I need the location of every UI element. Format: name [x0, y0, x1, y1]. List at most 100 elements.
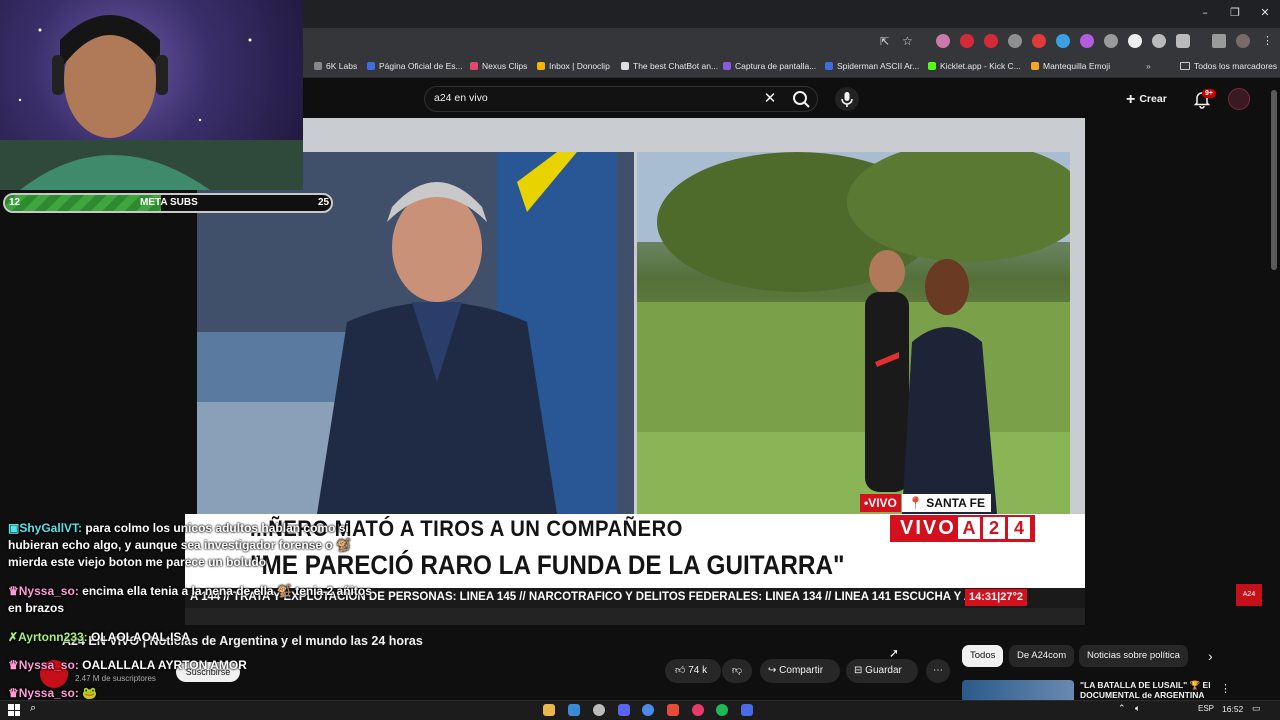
- install-app-icon[interactable]: ⇱: [880, 35, 889, 48]
- extension-icon[interactable]: [1056, 34, 1070, 48]
- channel-watermark: A24: [1236, 584, 1262, 606]
- bookmark-item[interactable]: Spiderman ASCII Ar...: [825, 58, 919, 74]
- subs-goal-start: 12: [9, 197, 21, 208]
- bookmark-item[interactable]: Captura de pantalla...: [723, 58, 816, 74]
- create-button[interactable]: + Crear: [1126, 88, 1167, 110]
- extension-icon[interactable]: [1080, 34, 1094, 48]
- bookmark-item[interactable]: Mantequilla Emoji: [1031, 58, 1110, 74]
- bookmark-item[interactable]: 6K Labs: [314, 58, 357, 74]
- chip-de-a24com[interactable]: De A24com: [1009, 645, 1075, 667]
- mouse-cursor-icon: ➚: [889, 646, 900, 660]
- start-tile: [14, 710, 20, 716]
- taskbar-app-icon[interactable]: [692, 704, 704, 716]
- subs-goal-label: META SUBS: [140, 197, 198, 208]
- taskbar-clock[interactable]: 16:52: [1222, 704, 1243, 714]
- minimize-button[interactable]: –: [1196, 6, 1214, 22]
- profile-icon[interactable]: [1236, 34, 1250, 48]
- language-indicator[interactable]: ESP: [1198, 704, 1214, 713]
- field-video-feed: [637, 152, 1070, 514]
- tray-chevron-icon[interactable]: ⌃: [1118, 703, 1126, 714]
- thumbs-down-icon: 👎︎: [731, 665, 743, 676]
- chrome-icon[interactable]: [642, 704, 654, 716]
- extension-icon[interactable]: [984, 34, 998, 48]
- scrollbar[interactable]: [1271, 90, 1277, 270]
- clear-search-icon[interactable]: ✕: [760, 89, 780, 109]
- recommended-title[interactable]: "LA BATALLA DE LUSAIL" 🏆 El DOCUMENTAL d…: [1080, 680, 1215, 700]
- extension-icon[interactable]: [936, 34, 950, 48]
- restore-button[interactable]: ❐: [1226, 6, 1244, 22]
- bookmark-item[interactable]: Kicklet.app - Kick C...: [928, 58, 1021, 74]
- thumbs-up-icon: 👍︎: [675, 665, 686, 676]
- subscriber-count: 2.47 M de suscriptores: [75, 674, 156, 683]
- bookmark-favicon: [825, 62, 833, 70]
- search-icon[interactable]: ⌕: [30, 702, 36, 715]
- discord-icon[interactable]: [618, 704, 630, 716]
- recommended-menu-icon[interactable]: ⋮: [1220, 682, 1231, 695]
- chat-message: ♛Nyssa_so: encima ella tenia a la nena d…: [8, 584, 372, 615]
- search-query-text[interactable]: a24 en vivo: [434, 92, 488, 104]
- bookmark-star-icon[interactable]: ☆: [902, 34, 913, 48]
- more-actions-icon[interactable]: ⋯: [926, 659, 950, 683]
- plus-icon: +: [1126, 91, 1136, 108]
- ticker-clock: 14:31|27°2: [965, 589, 1027, 606]
- bookmark-favicon: [367, 62, 375, 70]
- bookmark-item[interactable]: The best ChatBot an...: [621, 58, 718, 74]
- chat-username: ♛Nyssa_so:: [8, 658, 79, 672]
- extension-icon[interactable]: [1104, 34, 1118, 48]
- recommended-thumbnail[interactable]: [962, 680, 1074, 700]
- taskbar-app-icon[interactable]: [568, 704, 580, 716]
- chip-politica[interactable]: Noticias sobre política: [1079, 645, 1188, 667]
- windows-start-icon[interactable]: [8, 704, 20, 716]
- logo-letter: A: [958, 517, 980, 539]
- search-icon[interactable]: [790, 88, 814, 110]
- live-tag: •VIVO: [860, 494, 901, 512]
- reading-list-icon[interactable]: [1212, 34, 1226, 48]
- extension-icon[interactable]: [1128, 34, 1142, 48]
- bookmark-icon: ⊟: [854, 665, 863, 676]
- kebab-menu-icon[interactable]: ⋮: [1262, 34, 1273, 47]
- puzzle-icon[interactable]: [1176, 34, 1190, 48]
- bookmark-favicon: [928, 62, 936, 70]
- bookmark-item[interactable]: Inbox | Donoclip: [537, 58, 610, 74]
- file-explorer-icon[interactable]: [543, 704, 555, 716]
- like-button[interactable]: 👍︎ 74 k: [665, 659, 721, 683]
- taskbar-app-icon[interactable]: [667, 704, 679, 716]
- logo-letter: 2: [983, 517, 1005, 539]
- bookmark-favicon: [621, 62, 629, 70]
- chat-username: ♛Nyssa_so:: [8, 584, 79, 598]
- save-button[interactable]: ⊟ Guardar: [846, 659, 918, 683]
- windows-taskbar: [0, 700, 1280, 720]
- avatar[interactable]: [1228, 88, 1250, 110]
- chip-todos[interactable]: Todos: [962, 645, 1004, 667]
- start-tile: [14, 704, 20, 710]
- taskbar-app-icon[interactable]: [741, 704, 753, 716]
- spotify-icon[interactable]: [716, 704, 728, 716]
- chat-username: ♛Nyssa_so:: [8, 686, 79, 700]
- share-icon: ↪: [768, 665, 777, 676]
- extension-icon[interactable]: [1152, 34, 1166, 48]
- extension-icon[interactable]: [960, 34, 974, 48]
- extension-icon[interactable]: [1032, 34, 1046, 48]
- chat-message: ♛Nyssa_so: OALALLALA AYRTON AMOR: [8, 658, 247, 672]
- share-button[interactable]: ↪ Compartir: [760, 659, 840, 683]
- notification-badge: 9+: [1202, 89, 1216, 98]
- close-window-button[interactable]: ✕: [1256, 6, 1274, 22]
- chat-username: ▣ShyGallVT:: [8, 521, 83, 535]
- taskbar-app-icon[interactable]: [593, 704, 605, 716]
- volume-icon[interactable]: 🔈︎: [1135, 703, 1140, 714]
- microphone-icon[interactable]: [835, 87, 859, 111]
- dislike-button[interactable]: 👎︎: [722, 659, 752, 683]
- bookmark-item[interactable]: Nexus Clips: [470, 58, 527, 74]
- a24-logo: A24: [958, 517, 1033, 539]
- chat-message: ✗Ayrtonn233: OLAOLAOAL ISA: [8, 630, 191, 644]
- bookmark-favicon: [723, 62, 731, 70]
- bookmark-favicon: [314, 62, 322, 70]
- notifications-icon[interactable]: ▭: [1252, 703, 1261, 714]
- extension-icon[interactable]: [1008, 34, 1022, 48]
- location-pin-icon: 📍: [908, 496, 923, 510]
- logo-letter: 4: [1008, 517, 1030, 539]
- chevron-right-icon[interactable]: »: [1146, 58, 1151, 74]
- all-bookmarks-folder[interactable]: Todos los marcadores: [1180, 58, 1277, 74]
- chevron-right-icon[interactable]: ›: [1208, 648, 1213, 664]
- bookmark-item[interactable]: Página Oficial de Es...: [367, 58, 463, 74]
